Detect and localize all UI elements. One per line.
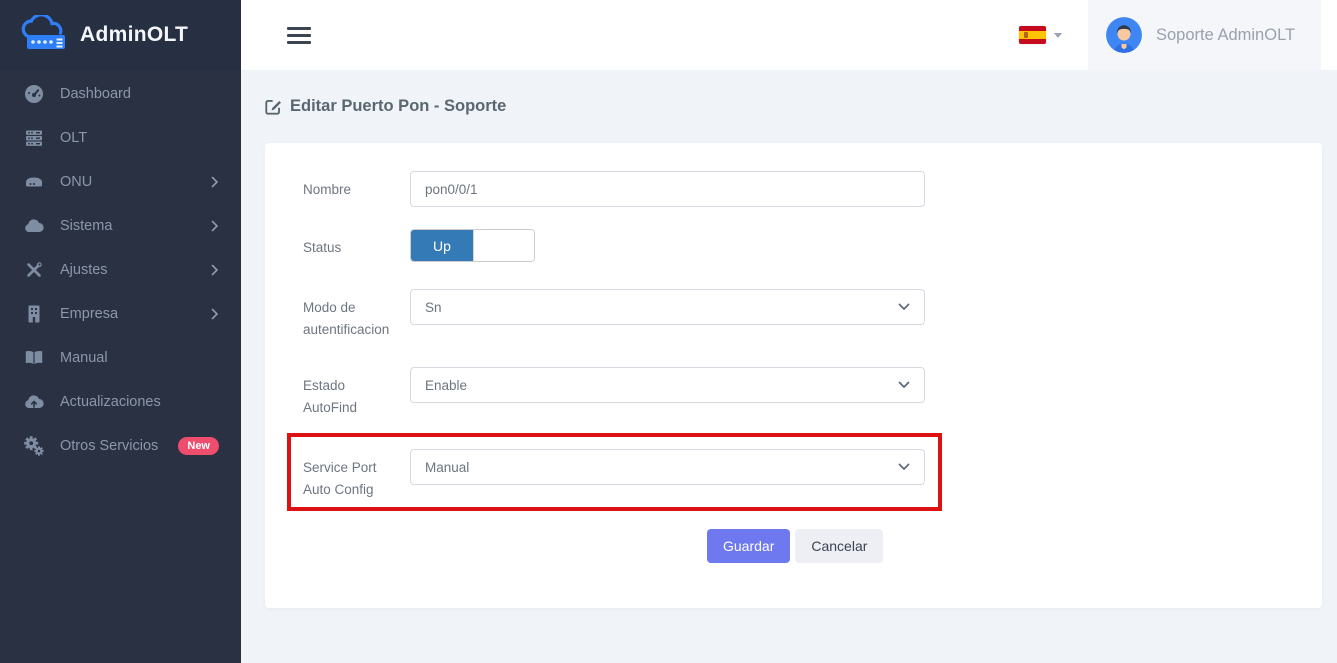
user-profile-menu[interactable]: Soporte AdminOLT [1088,0,1321,70]
brand-name: AdminOLT [80,23,188,47]
book-icon [24,348,44,368]
form-actions: Guardar Cancelar [707,529,1284,563]
sidebar-item-actualizaciones[interactable]: Actualizaciones [0,380,241,424]
page-title-text: Editar Puerto Pon - Soporte [290,97,506,116]
form-row-service-port: Service Port Auto Config Manual [303,449,925,501]
top-header: Soporte AdminOLT [241,0,1337,70]
chevron-right-icon [211,308,219,320]
brand-logo[interactable]: AdminOLT [0,0,241,70]
sidebar-nav: Dashboard OLT [0,70,241,468]
chevron-right-icon [211,264,219,276]
chevron-right-icon [211,220,219,232]
field-label: Modo de autentificacion [303,289,398,341]
field-label: Nombre [303,171,398,201]
onu-device-icon [24,172,44,192]
red-highlight-box: Service Port Auto Config Manual [287,433,942,511]
edit-pon-form-card: Nombre Status Up Modo de autentificacion… [265,143,1322,608]
chevron-down-icon [898,303,910,311]
sidebar-item-label: OLT [60,130,219,146]
app-window: AdminOLT Dashboard [0,0,1337,663]
sidebar-item-label: Ajustes [60,262,211,278]
page-content: Editar Puerto Pon - Soporte Nombre Statu… [241,70,1337,663]
spain-flag-icon [1019,26,1046,44]
sidebar-item-ajustes[interactable]: Ajustes [0,248,241,292]
language-dropdown[interactable] [1019,26,1062,44]
status-toggle[interactable]: Up [410,229,535,262]
hamburger-menu-icon[interactable] [283,19,315,52]
toggle-handle [473,230,534,261]
select-value: Enable [425,378,898,393]
form-row-autofind: Estado AutoFind Enable [303,367,1284,419]
sidebar-item-label: ONU [60,174,211,190]
gears-icon [24,436,44,456]
chevron-right-icon [211,176,219,188]
edit-pencil-icon [265,98,282,115]
caret-down-icon [1054,33,1062,38]
sidebar-item-sistema[interactable]: Sistema [0,204,241,248]
sidebar-item-label: Empresa [60,306,211,322]
form-row-status: Status Up [303,229,1284,262]
sidebar-item-label: Sistema [60,218,211,234]
cloud-upload-icon [24,392,44,412]
sidebar: AdminOLT Dashboard [0,0,241,663]
user-avatar [1106,17,1142,53]
sidebar-item-label: Manual [60,350,219,366]
field-label: Status [303,229,398,259]
field-label: Estado AutoFind [303,367,398,419]
toggle-on-label: Up [411,230,473,261]
cancel-button[interactable]: Cancelar [795,529,883,563]
building-icon [24,304,44,324]
page-title: Editar Puerto Pon - Soporte [265,97,1322,116]
tools-icon [24,260,44,280]
auth-mode-select[interactable]: Sn [410,289,925,325]
sidebar-item-olt[interactable]: OLT [0,116,241,160]
field-label: Service Port Auto Config [303,449,398,501]
olt-server-icon [24,128,44,148]
select-value: Manual [425,460,898,475]
header-right: Soporte AdminOLT [1019,0,1337,70]
autofind-select[interactable]: Enable [410,367,925,403]
save-button[interactable]: Guardar [707,529,790,563]
sidebar-item-empresa[interactable]: Empresa [0,292,241,336]
sidebar-item-onu[interactable]: ONU [0,160,241,204]
form-row-nombre: Nombre [303,171,1284,207]
cloud-icon [24,216,44,236]
nombre-input[interactable] [410,171,925,207]
sidebar-item-manual[interactable]: Manual [0,336,241,380]
adminolt-logo-icon [20,15,72,55]
user-name: Soporte AdminOLT [1156,26,1295,45]
sidebar-item-otros-servicios[interactable]: Otros Servicios New [0,424,241,468]
sidebar-item-label: Otros Servicios [60,438,170,454]
sidebar-item-dashboard[interactable]: Dashboard [0,72,241,116]
main-area: Soporte AdminOLT Editar Puerto Pon - Sop… [241,0,1337,663]
new-badge: New [178,437,219,455]
chevron-down-icon [898,381,910,389]
service-port-auto-config-select[interactable]: Manual [410,449,925,485]
dashboard-icon [24,84,44,104]
chevron-down-icon [898,463,910,471]
select-value: Sn [425,300,898,315]
form-row-auth-mode: Modo de autentificacion Sn [303,289,1284,341]
sidebar-item-label: Dashboard [60,86,219,102]
sidebar-item-label: Actualizaciones [60,394,219,410]
